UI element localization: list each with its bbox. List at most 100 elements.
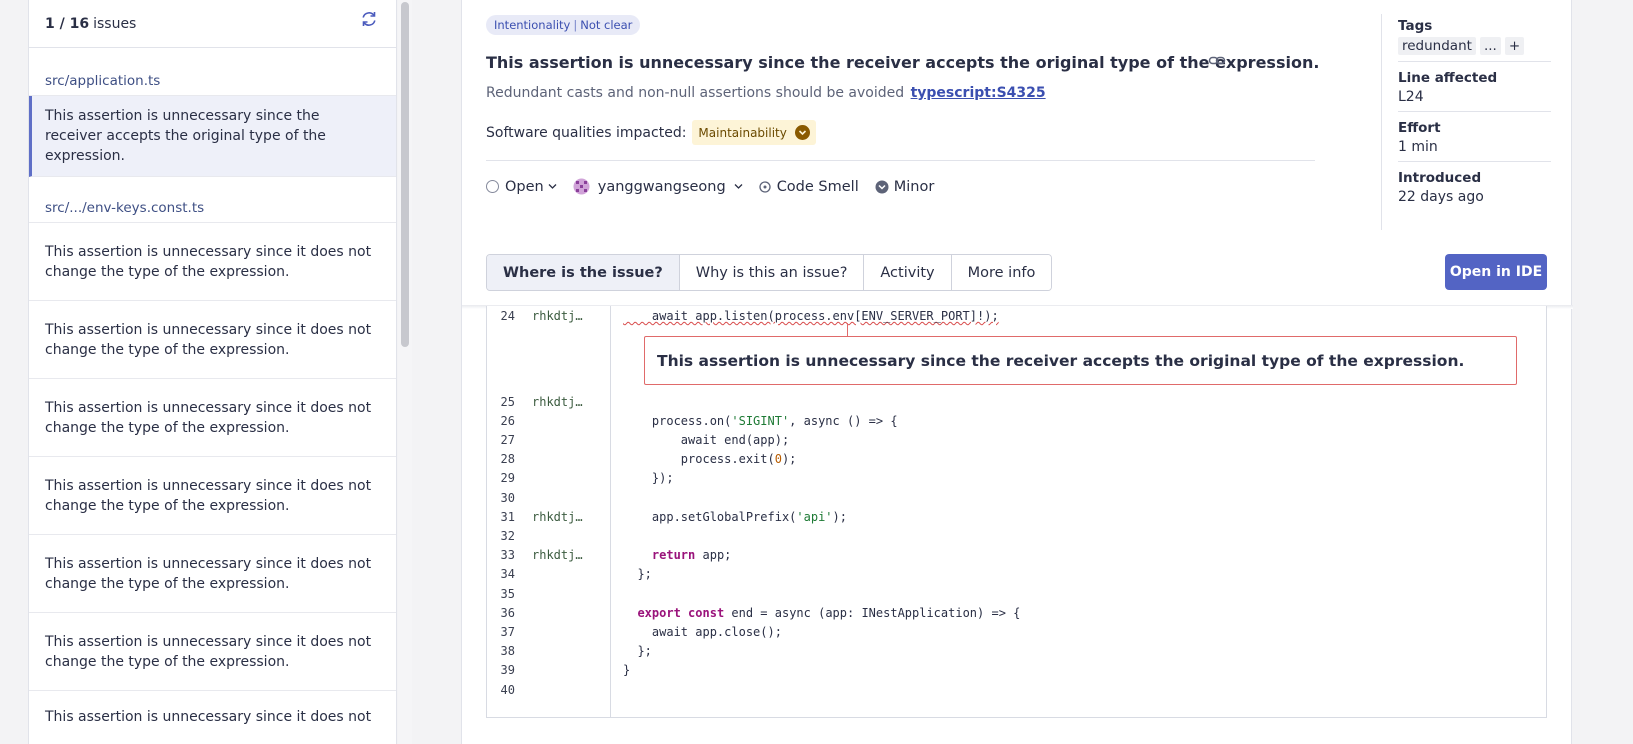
severity-label: Minor <box>893 178 935 195</box>
code-text: } <box>623 663 631 677</box>
code-line: 35 <box>487 584 1548 604</box>
line-number: 39 <box>500 663 515 677</box>
line-author: rhkdtj… <box>532 395 583 409</box>
code-token: 'api' <box>796 510 833 524</box>
line-affected-label: Line affected <box>1398 70 1498 86</box>
code-text: }); <box>623 471 674 485</box>
tag-add-button[interactable]: + <box>1504 37 1525 55</box>
code-token: return <box>651 548 696 562</box>
code-text: await end(app); <box>623 433 790 447</box>
header-divider <box>486 160 1315 161</box>
open-in-ide-button[interactable]: Open in IDE <box>1445 254 1547 290</box>
issue-list-item[interactable]: This assertion is unnecessary since it d… <box>29 535 396 613</box>
introduced-label: Introduced <box>1398 170 1482 186</box>
issue-count: 1 / 16 <box>45 15 90 32</box>
assignee-name: yanggwangseong <box>597 178 726 195</box>
issue-list-item[interactable]: This assertion is unnecessary since it d… <box>29 223 396 301</box>
issue-list-item[interactable]: This assertion is unnecessary since it d… <box>29 301 396 379</box>
introduced-value: 22 days ago <box>1398 189 1484 205</box>
tab-more-info[interactable]: More info <box>951 255 1052 290</box>
rule-text: Redundant casts and non-null assertions … <box>486 85 905 101</box>
line-number: 31 <box>500 510 515 524</box>
severity-minor-icon <box>875 180 889 193</box>
rule-link[interactable]: typescript:S4325 <box>911 85 1046 101</box>
code-line: 25 rhkdtj… <box>487 392 1548 412</box>
issue-count-label: issues <box>93 15 137 32</box>
line-number: 35 <box>500 587 515 601</box>
tab-why-is-this-an-issue[interactable]: Why is this an issue? <box>679 255 865 290</box>
code-token: process.exit( <box>623 452 775 466</box>
clean-code-attribute-badge[interactable]: Intentionality | Not clear <box>486 15 641 35</box>
tag-more-button[interactable]: ... <box>1479 37 1501 55</box>
code-token: ); <box>832 510 847 524</box>
code-text: await app.close(); <box>623 625 782 639</box>
code-line: 36 export const end = async (app: INestA… <box>487 603 1548 623</box>
line-number: 30 <box>500 491 515 505</box>
issue-location-message[interactable]: This assertion is unnecessary since the … <box>644 336 1517 385</box>
badge-category: Intentionality <box>494 18 571 32</box>
line-affected-value: L24 <box>1398 89 1424 105</box>
line-number: 28 <box>500 452 515 466</box>
code-line: 27 await end(app); <box>487 430 1548 450</box>
code-line: 40 <box>487 680 1548 700</box>
code-line: 26 process.on('SIGINT', async () => { <box>487 411 1548 431</box>
code-line: 39 } <box>487 660 1548 680</box>
line-author: rhkdtj… <box>532 309 583 323</box>
issue-tabs: Where is the issue? Why is this an issue… <box>486 254 1053 291</box>
code-text: await app.listen(process.env[ENV_SERVER_… <box>623 309 999 323</box>
code-token: app.setGlobalPrefix( <box>623 510 797 524</box>
issue-list-item[interactable]: This assertion is unnecessary since it d… <box>29 457 396 535</box>
issue-list-item-text: This assertion is unnecessary since it d… <box>45 555 372 592</box>
badge-value: Not clear <box>580 18 633 32</box>
code-text: export const end = async (app: INestAppl… <box>623 606 1020 620</box>
software-qualities: Software qualities impacted: Maintainabi… <box>486 120 816 145</box>
line-number: 27 <box>500 433 515 447</box>
refresh-icon[interactable] <box>360 10 378 28</box>
line-number: 34 <box>500 567 515 581</box>
code-text: return app; <box>623 548 731 562</box>
code-line: 37 await app.close(); <box>487 622 1548 642</box>
code-token: export <box>637 606 681 620</box>
status-dropdown[interactable]: Open <box>486 179 557 195</box>
issue-severity: Minor <box>875 178 935 195</box>
introduced-section: Introduced 22 days ago <box>1398 170 1551 211</box>
app-root: 1 / 16 issues src/application.ts This as… <box>0 0 1633 744</box>
tags-row: redundant ... + <box>1398 37 1551 55</box>
issue-list-item-selected[interactable]: This assertion is unnecessary since the … <box>29 96 396 177</box>
issue-list-scrollbar[interactable] <box>398 0 412 744</box>
issue-title: This assertion is unnecessary since the … <box>486 53 1320 72</box>
code-viewer: 24 rhkdtj… await app.listen(process.env[… <box>486 306 1547 718</box>
issue-list-item-text: This assertion is unnecessary since it d… <box>45 321 372 358</box>
qualities-label: Software qualities impacted: <box>486 124 687 141</box>
issue-list-item-text: This assertion is unnecessary since the … <box>45 108 326 164</box>
issue-list-item[interactable]: This assertion is unnecessary since it d… <box>29 691 396 744</box>
tab-activity[interactable]: Activity <box>864 255 952 290</box>
chevron-down-icon <box>734 184 743 189</box>
quality-chip-maintainability[interactable]: Maintainability <box>692 120 816 145</box>
issue-list-item[interactable]: This assertion is unnecessary since it d… <box>29 379 396 457</box>
line-number: 32 <box>500 529 515 543</box>
permalink-icon[interactable] <box>1208 52 1226 70</box>
code-token: process.on( <box>623 414 732 428</box>
code-token: const <box>688 606 725 620</box>
assignee-dropdown[interactable]: yanggwangseong <box>573 178 743 195</box>
scrollbar-thumb[interactable] <box>401 2 409 347</box>
status-label: Open <box>505 178 544 195</box>
code-line: 31 rhkdtj… app.setGlobalPrefix('api'); <box>487 507 1548 527</box>
line-affected-section: Line affected L24 <box>1398 70 1551 112</box>
effort-section: Effort 1 min <box>1398 120 1551 162</box>
tab-where-is-the-issue[interactable]: Where is the issue? <box>487 255 680 290</box>
tag-chip[interactable]: redundant <box>1398 37 1476 55</box>
issue-list-item[interactable]: This assertion is unnecessary since it d… <box>29 613 396 691</box>
rule-description: Redundant casts and non-null assertions … <box>486 85 1046 101</box>
code-token: ); <box>781 452 797 466</box>
line-number: 40 <box>500 683 515 697</box>
code-line: 38 }; <box>487 641 1548 661</box>
code-token: end = async (app: INestApplication) => { <box>724 606 1021 620</box>
badge-separator: | <box>573 18 578 32</box>
file-heading-application: src/application.ts <box>29 66 396 96</box>
code-token: 0 <box>774 452 782 466</box>
issue-list-item-text: This assertion is unnecessary since it d… <box>45 243 372 280</box>
code-token: app; <box>695 548 732 562</box>
avatar-icon <box>573 178 590 195</box>
